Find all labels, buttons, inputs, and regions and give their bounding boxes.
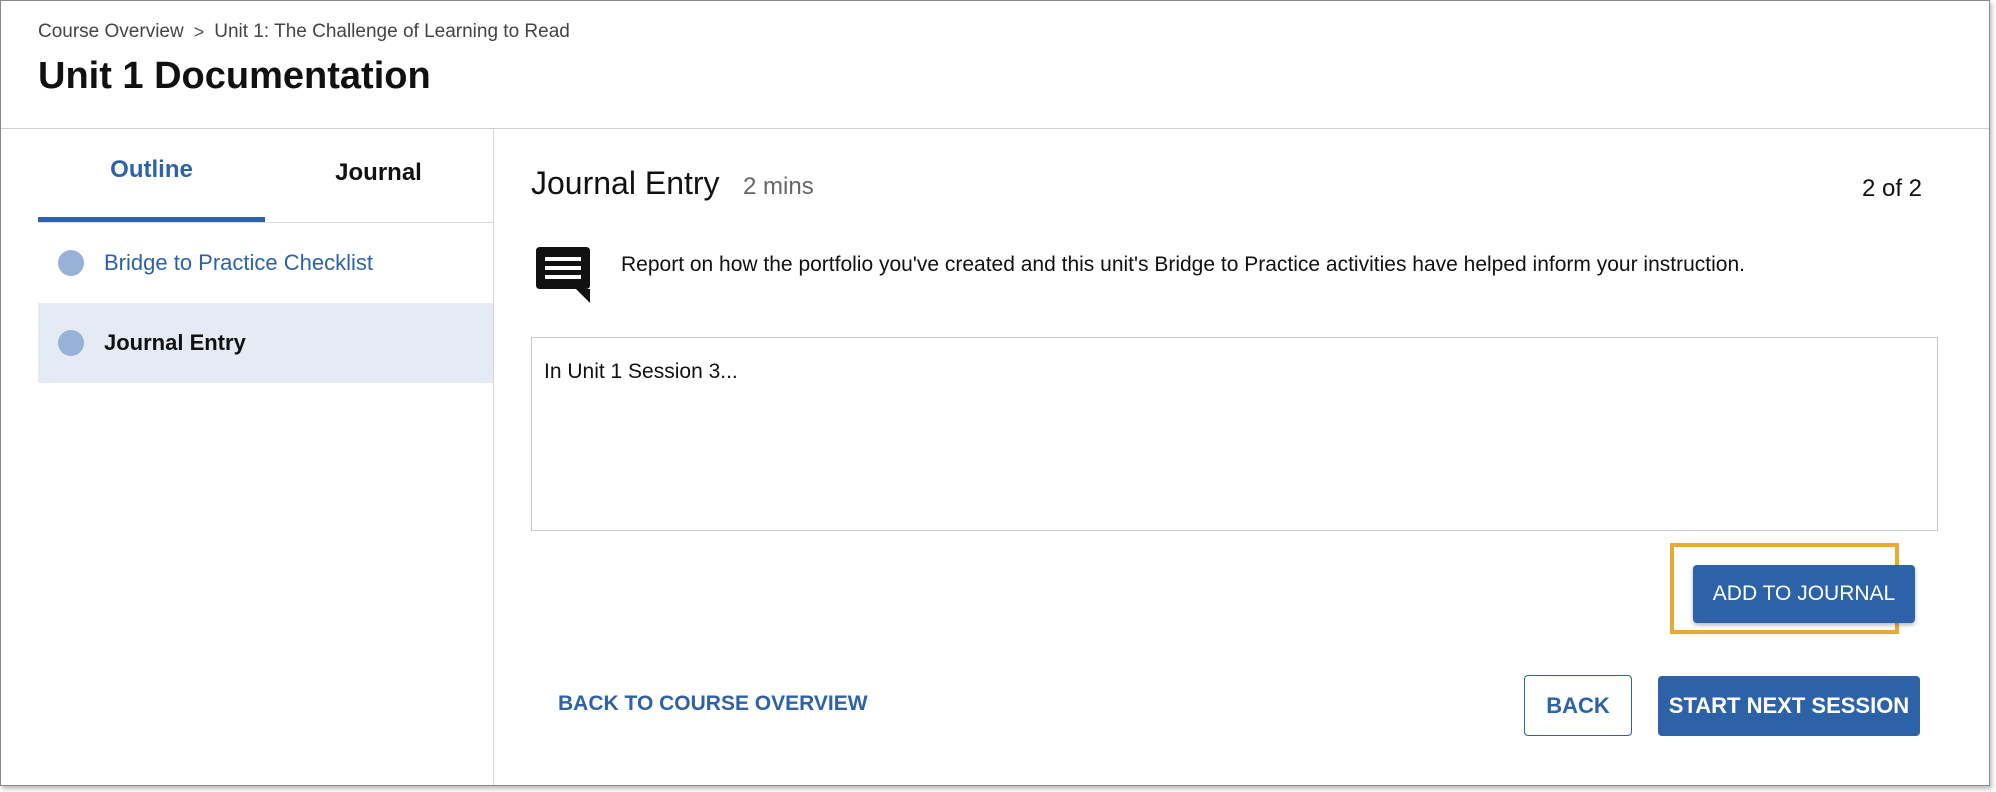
breadcrumb-current-unit: Unit 1: The Challenge of Learning to Rea… [214,21,570,42]
start-next-session-button[interactable]: START NEXT SESSION [1658,676,1920,736]
outline-item-label: Journal Entry [104,330,246,355]
main-content: Journal Entry 2 mins 2 of 2 Report on ho… [494,129,1989,785]
page-header: Course Overview > Unit 1: The Challenge … [1,1,1989,129]
outline-list: Bridge to Practice Checklist Journal Ent… [38,223,493,383]
status-dot-icon [58,250,84,276]
tab-outline[interactable]: Outline [38,129,265,222]
journal-entry-textarea[interactable]: In Unit 1 Session 3... [531,337,1938,531]
page-count: 2 of 2 [1861,175,1922,202]
outline-item-label: Bridge to Practice Checklist [104,250,373,275]
entry-title: Journal Entry [531,165,720,201]
status-dot-icon [58,330,84,356]
breadcrumb-separator: > [193,21,205,42]
back-to-course-overview-link[interactable]: BACK TO COURSE OVERVIEW [558,692,868,716]
entry-duration: 2 mins [743,173,814,200]
tab-journal[interactable]: Journal [265,129,492,222]
back-button[interactable]: BACK [1524,675,1632,736]
sidebar-tabs: Outline Journal [38,129,493,223]
add-to-journal-button[interactable]: ADD TO JOURNAL [1693,565,1915,623]
app-window: Course Overview > Unit 1: The Challenge … [0,0,1990,786]
breadcrumb-course-overview[interactable]: Course Overview [38,21,184,43]
breadcrumb: Course Overview > Unit 1: The Challenge … [38,21,570,43]
comment-icon [536,247,590,303]
outline-item-bridge-to-practice[interactable]: Bridge to Practice Checklist [38,223,493,303]
sidebar: Outline Journal Bridge to Practice Check… [1,129,494,785]
outline-item-journal-entry[interactable]: Journal Entry [38,303,493,383]
journal-prompt: Report on how the portfolio you've creat… [621,253,1745,276]
page-title: Unit 1 Documentation [38,55,431,97]
